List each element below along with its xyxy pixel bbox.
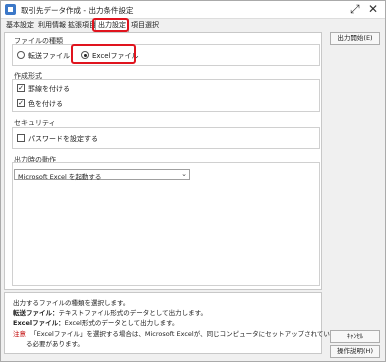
- chevron-down-icon: ⌄: [181, 170, 187, 178]
- start-output-button[interactable]: 出力開始(E): [330, 32, 380, 45]
- output-action-select[interactable]: Microsoft Excel を起動する ⌄: [14, 169, 190, 181]
- checkbox-border[interactable]: ✓: [17, 84, 25, 92]
- title-bar: 取引先データ作成 - 出力条件設定 ⤢ ✕: [1, 1, 385, 19]
- description-excel-text: Excel形式のデータとして出力します。: [64, 319, 179, 327]
- checkbox-password-label: パスワードを設定する: [28, 135, 98, 143]
- checkbox-password[interactable]: [17, 134, 25, 142]
- cancel-button[interactable]: ｷｬﾝｾﾙ: [330, 330, 380, 343]
- note-label: 注意: [13, 330, 26, 338]
- expand-icon[interactable]: ⤢: [350, 2, 360, 17]
- excel-highlight-annotation: [71, 44, 136, 64]
- note-text-1: 「Excelファイル」を選択する場合は、Microsoft Excelが、同じコ…: [30, 330, 330, 338]
- tab-usage[interactable]: 利用情報: [36, 20, 68, 31]
- note-text-2: る必要があります。: [26, 340, 84, 348]
- output-action-value: Microsoft Excel を起動する: [18, 173, 102, 181]
- tab-highlight-annotation: [92, 18, 129, 32]
- checkbox-color[interactable]: ✓: [17, 99, 25, 107]
- description-line-3: Excelファイル：Excel形式のデータとして出力します。: [13, 317, 179, 327]
- radio-transfer-file-label: 転送ファイル: [28, 52, 70, 60]
- close-icon[interactable]: ✕: [368, 2, 378, 16]
- description-line-2: 転送ファイル：テキストファイル形式のデータとして出力します。: [13, 307, 207, 317]
- description-panel: 出力するファイルの種類を選択します。 転送ファイル：テキストファイル形式のデータ…: [4, 292, 330, 354]
- window-title: 取引先データ作成 - 出力条件設定: [21, 6, 134, 15]
- description-line-1: 出力するファイルの種類を選択します。: [13, 299, 130, 307]
- help-button[interactable]: 操作説明(H): [330, 345, 380, 358]
- radio-transfer-file[interactable]: [17, 51, 25, 59]
- description-excel-label: Excelファイル：: [13, 319, 65, 327]
- description-transfer-text: テキストファイル形式のデータとして出力します。: [58, 309, 207, 317]
- description-note-line-1: 注意 「Excelファイル」を選択する場合は、Microsoft Excelが、…: [13, 328, 330, 338]
- checkbox-color-label: 色を付ける: [28, 100, 63, 108]
- description-transfer-label: 転送ファイル：: [13, 309, 59, 317]
- tab-item-select[interactable]: 項目選択: [129, 20, 161, 31]
- checkbox-border-label: 罫線を付ける: [28, 85, 70, 93]
- tab-basic[interactable]: 基本設定: [4, 20, 36, 31]
- app-icon: [5, 4, 16, 15]
